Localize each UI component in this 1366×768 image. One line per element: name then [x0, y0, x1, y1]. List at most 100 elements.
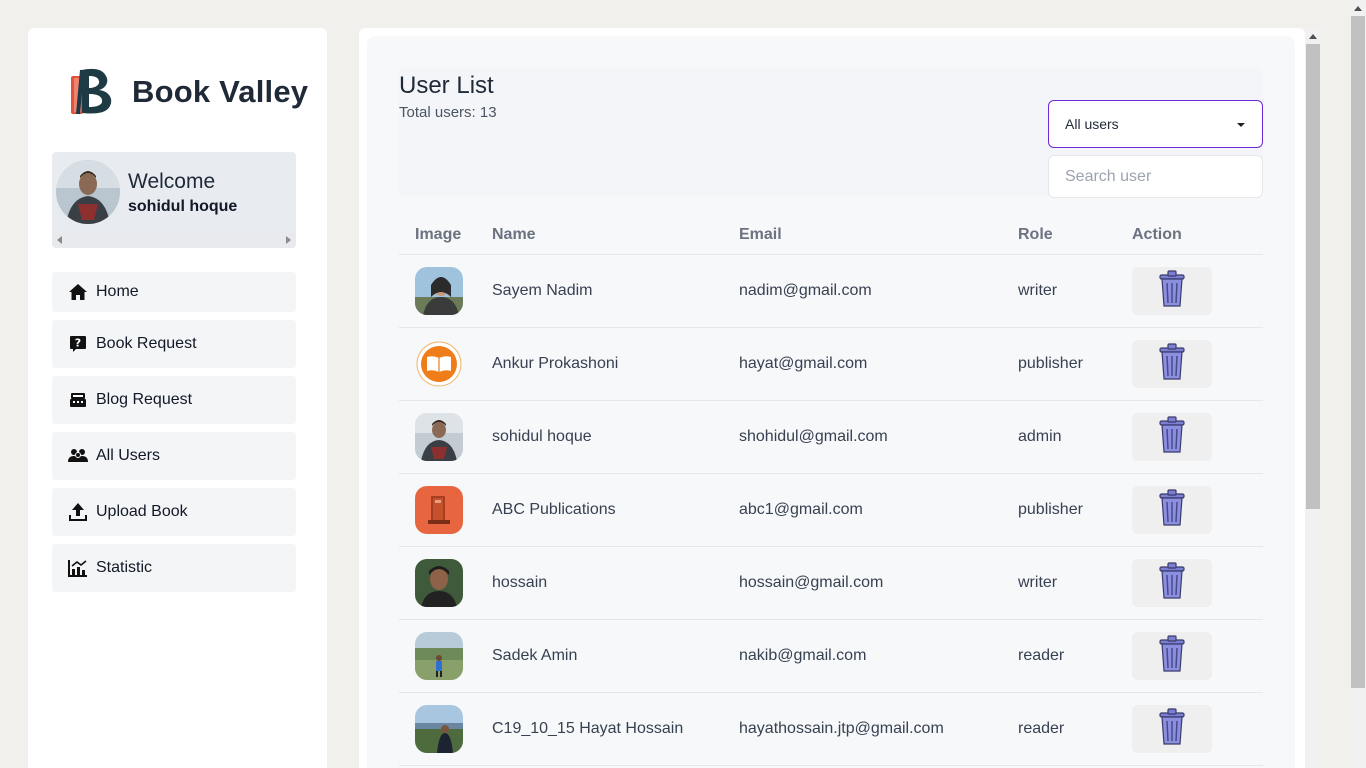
delete-user-button[interactable]	[1132, 704, 1212, 753]
user-avatar	[415, 266, 463, 315]
column-header-email: Email	[739, 212, 1018, 255]
table-row: ABC Publications abc1@gmail.com publishe…	[399, 473, 1263, 547]
user-role: publisher	[1018, 473, 1132, 547]
scroll-up-icon[interactable]	[1354, 6, 1362, 11]
column-header-image: Image	[399, 212, 492, 255]
user-role: writer	[1018, 254, 1132, 328]
sidebar: Book Valley Welcome sohidul hoque Home ?…	[28, 28, 327, 768]
sidebar-item-home[interactable]: Home	[52, 272, 296, 312]
brand[interactable]: Book Valley	[68, 66, 308, 118]
table-row: C19_10_15 Hayat Hossain hayathossain.jtp…	[399, 692, 1263, 766]
user-filter-select[interactable]: All users	[1048, 100, 1263, 148]
user-avatar	[415, 558, 463, 607]
user-name: Ankur Prokashoni	[492, 327, 739, 401]
brand-name: Book Valley	[132, 74, 309, 109]
user-role: writer	[1018, 546, 1132, 620]
user-email: shohidul@gmail.com	[739, 400, 1018, 474]
book-valley-logo	[68, 66, 118, 118]
svg-text:?: ?	[75, 337, 81, 350]
delete-user-button[interactable]	[1132, 558, 1212, 607]
sidebar-item-upload-book[interactable]: Upload Book	[52, 488, 296, 536]
user-name: hossain	[492, 546, 739, 620]
question-book-icon: ?	[68, 334, 88, 354]
trash-icon	[1155, 269, 1189, 312]
scroll-right-icon[interactable]	[286, 236, 291, 244]
trash-icon	[1155, 561, 1189, 604]
sidebar-item-book-request[interactable]: ? Book Request	[52, 320, 296, 368]
table-row: Sadek Amin nakib@gmail.com reader	[399, 619, 1263, 693]
delete-user-button[interactable]	[1132, 412, 1212, 461]
user-filter-value: All users	[1065, 116, 1119, 132]
total-users: Total users: 13	[399, 104, 497, 121]
user-name: Sayem Nadim	[492, 254, 739, 328]
user-role: reader	[1018, 619, 1132, 693]
sidebar-item-label: Statistic	[96, 559, 153, 576]
column-header-role: Role	[1018, 212, 1132, 255]
user-avatar	[415, 485, 463, 534]
welcome-title: Welcome	[128, 170, 216, 193]
sidebar-item-label: Upload Book	[96, 503, 188, 520]
users-table: Image Name Email Role Action Sayem Nadim…	[399, 212, 1263, 766]
user-name: Sadek Amin	[492, 619, 739, 693]
table-row: Sayem Nadim nadim@gmail.com writer	[399, 254, 1263, 328]
trash-icon	[1155, 342, 1189, 385]
user-name: sohidul hoque	[492, 400, 739, 474]
scroll-up-icon[interactable]	[1309, 34, 1317, 39]
delete-user-button[interactable]	[1132, 266, 1212, 315]
trash-icon	[1155, 415, 1189, 458]
trash-icon	[1155, 488, 1189, 531]
chevron-down-icon	[1237, 123, 1245, 127]
user-avatar	[415, 339, 463, 388]
table-header-row: Image Name Email Role Action	[399, 212, 1263, 255]
page-title: User List	[399, 72, 494, 99]
sidebar-item-label: Home	[96, 283, 139, 300]
delete-user-button[interactable]	[1132, 485, 1212, 534]
blog-icon	[68, 390, 88, 410]
delete-user-button[interactable]	[1132, 339, 1212, 388]
user-role: reader	[1018, 692, 1132, 766]
user-role: admin	[1018, 400, 1132, 474]
sidebar-item-statistic[interactable]: Statistic	[52, 544, 296, 592]
user-name: ABC Publications	[492, 473, 739, 547]
sidebar-item-label: Book Request	[96, 335, 197, 352]
user-role: publisher	[1018, 327, 1132, 401]
welcome-card: Welcome sohidul hoque	[52, 152, 296, 248]
sidebar-nav: Home ? Book Request Blog Request All Use…	[52, 272, 296, 600]
table-row: hossain hossain@gmail.com writer	[399, 546, 1263, 620]
users-icon	[68, 446, 88, 466]
table-row: Ankur Prokashoni hayat@gmail.com publish…	[399, 327, 1263, 401]
user-email: nadim@gmail.com	[739, 254, 1018, 328]
welcome-username: sohidul hoque	[128, 198, 238, 215]
table-row: sohidul hoque shohidul@gmail.com admin	[399, 400, 1263, 474]
sidebar-item-label: Blog Request	[96, 391, 193, 408]
sidebar-item-all-users[interactable]: All Users	[52, 432, 296, 480]
user-avatar	[415, 412, 463, 461]
user-avatar	[415, 704, 463, 753]
search-input[interactable]	[1048, 155, 1263, 198]
trash-icon	[1155, 634, 1189, 677]
user-email: nakib@gmail.com	[739, 619, 1018, 693]
user-avatar	[415, 631, 463, 680]
sidebar-item-blog-request[interactable]: Blog Request	[52, 376, 296, 424]
home-icon	[68, 282, 88, 302]
user-email: hayat@gmail.com	[739, 327, 1018, 401]
scrollbar-thumb[interactable]	[1306, 44, 1320, 509]
column-header-action: Action	[1132, 212, 1263, 255]
user-list-panel: User List Total users: 13 All users Imag…	[367, 36, 1295, 768]
scroll-left-icon[interactable]	[57, 236, 62, 244]
page-scrollbar[interactable]	[1350, 0, 1366, 768]
sidebar-item-label: All Users	[96, 447, 161, 464]
trash-icon	[1155, 707, 1189, 750]
user-email: hayathossain.jtp@gmail.com	[739, 692, 1018, 766]
horizontal-scrollbar[interactable]	[52, 232, 296, 248]
user-name: C19_10_15 Hayat Hossain	[492, 692, 739, 766]
scrollbar-thumb[interactable]	[1351, 16, 1365, 688]
column-header-name: Name	[492, 212, 739, 255]
avatar	[56, 160, 120, 224]
content-scrollbar[interactable]	[1305, 28, 1321, 768]
user-email: abc1@gmail.com	[739, 473, 1018, 547]
upload-icon	[68, 502, 88, 522]
delete-user-button[interactable]	[1132, 631, 1212, 680]
main-content: User List Total users: 13 All users Imag…	[359, 28, 1305, 768]
user-email: hossain@gmail.com	[739, 546, 1018, 620]
